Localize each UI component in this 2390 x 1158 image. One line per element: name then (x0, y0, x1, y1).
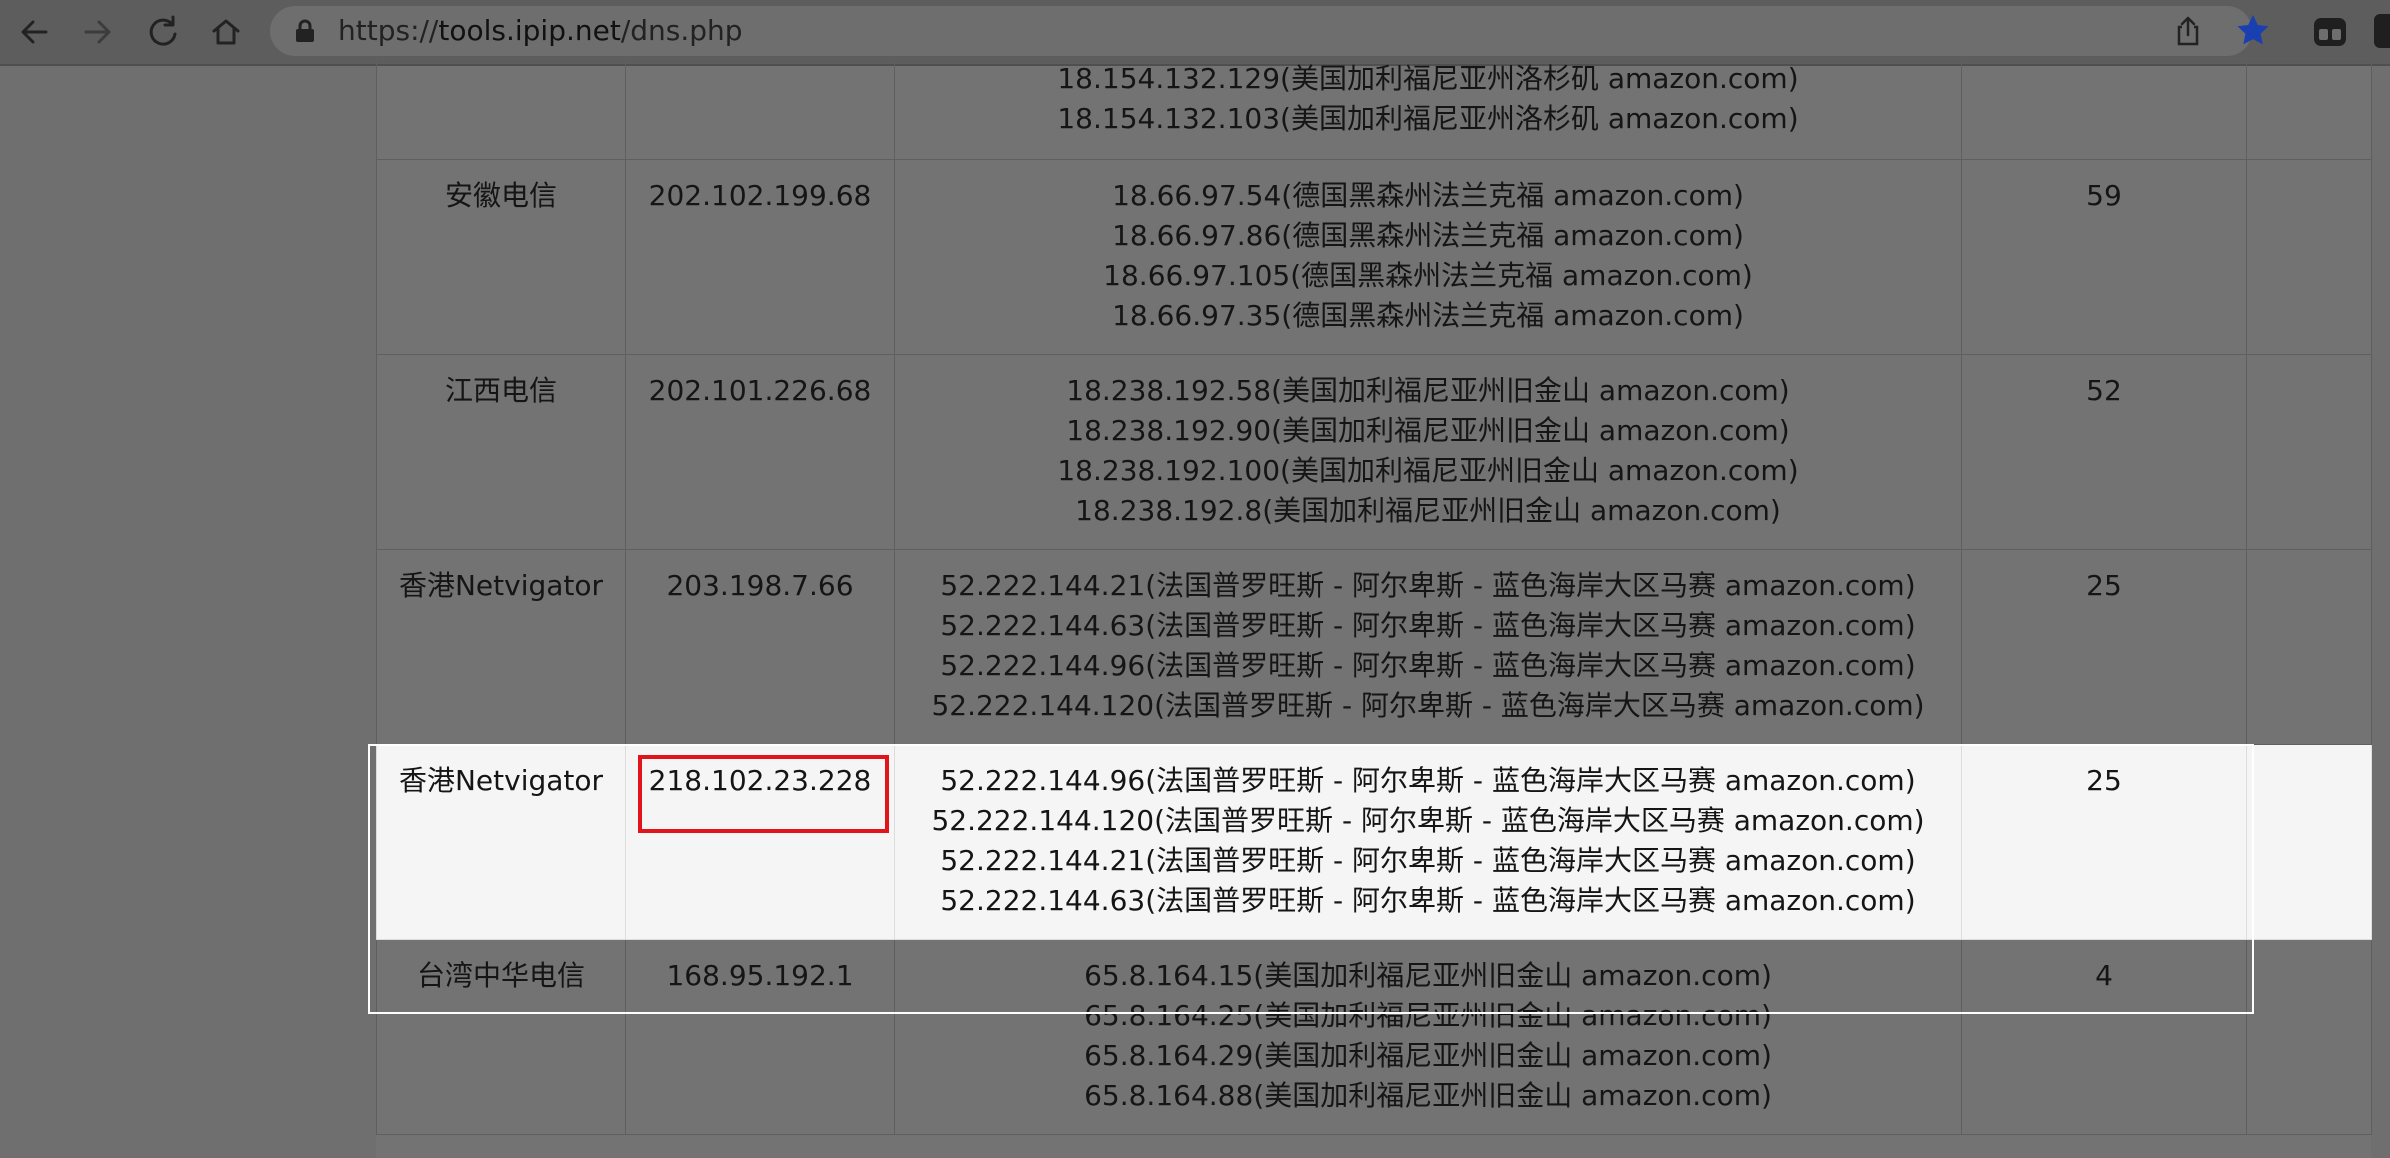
extra-cell (2246, 744, 2372, 940)
dns-server-cell-text: 202.102.199.68 (648, 179, 872, 212)
dns-results-table: 18.154.132.129(美国加利福尼亚州洛杉矶 amazon.com) 18… (376, 58, 2372, 1135)
resolved-ip-line: 18.238.192.100(美国加利福尼亚州旧金山 amazon.com) (1057, 454, 1799, 487)
ttl-cell: 59 (1961, 159, 2247, 355)
resolved-ip-line: 18.238.192.90(美国加利福尼亚州旧金山 amazon.com) (1066, 414, 1790, 447)
resolved-ip-line: 18.238.192.8(美国加利福尼亚州旧金山 amazon.com) (1075, 494, 1781, 527)
resolved-ips-cell: 52.222.144.21(法国普罗旺斯 - 阿尔卑斯 - 蓝色海岸大区马赛 a… (894, 549, 1962, 745)
ttl-cell (1961, 58, 2247, 160)
lock-icon (296, 19, 314, 42)
extra-cell (2246, 159, 2372, 355)
bookmark-star-icon[interactable] (2234, 12, 2272, 50)
resolved-ip-line: 18.238.192.58(美国加利福尼亚州旧金山 amazon.com) (1066, 374, 1790, 407)
ttl-cell: 25 (1961, 744, 2247, 940)
ttl-cell: 4 (1961, 939, 2247, 1135)
dns-server-cell-text: 168.95.192.1 (666, 959, 854, 992)
isp-cell-text: 台湾中华电信 (416, 959, 585, 992)
resolved-ip-line: 52.222.144.21(法国普罗旺斯 - 阿尔卑斯 - 蓝色海岸大区马赛 a… (940, 569, 1916, 602)
table-row: 18.154.132.129(美国加利福尼亚州洛杉矶 amazon.com) 18… (376, 58, 2372, 160)
isp-cell-text: 香港Netvigator (398, 764, 604, 797)
isp-cell-text: 安徽电信 (444, 179, 557, 212)
resolved-ip-line: 52.222.144.21(法国普罗旺斯 - 阿尔卑斯 - 蓝色海岸大区马赛 a… (940, 844, 1916, 877)
dns-server-cell-text: 203.198.7.66 (666, 569, 854, 602)
resolved-ips-cell: 52.222.144.96(法国普罗旺斯 - 阿尔卑斯 - 蓝色海岸大区马赛 a… (894, 744, 1962, 940)
ttl-cell-text: 4 (2095, 959, 2113, 992)
extra-cell (2246, 58, 2372, 160)
resolved-ips-cell: 18.238.192.58(美国加利福尼亚州旧金山 amazon.com) 18.… (894, 354, 1962, 550)
ttl-cell: 52 (1961, 354, 2247, 550)
extension-icon[interactable] (2310, 12, 2350, 52)
isp-cell-text: 香港Netvigator (398, 569, 604, 602)
address-bar[interactable]: https://tools.ipip.net/dns.php (270, 6, 2269, 56)
table-row: 台湾中华电信 168.95.192.1 65.8.164.15(美国加利福尼亚州旧金… (376, 939, 2372, 1135)
dns-server-cell: 203.198.7.66 (625, 549, 895, 745)
table-row: 安徽电信 202.102.199.68 18.66.97.54(德国黑森州法兰克福 … (376, 159, 2372, 355)
dns-server-cell (625, 58, 895, 160)
resolved-ips-cell: 65.8.164.15(美国加利福尼亚州旧金山 amazon.com) 65.8.… (894, 939, 1962, 1135)
ttl-cell-text: 25 (2086, 569, 2122, 602)
url-scheme: https:// (338, 14, 439, 47)
extra-cell (2246, 549, 2372, 745)
dns-server-cell-text: 218.102.23.228 (648, 764, 872, 797)
resolved-ips-cell: 18.154.132.129(美国加利福尼亚州洛杉矶 amazon.com) 18… (894, 58, 1962, 160)
dns-server-cell: 168.95.192.1 (625, 939, 895, 1135)
resolved-ip-line: 52.222.144.96(法国普罗旺斯 - 阿尔卑斯 - 蓝色海岸大区马赛 a… (940, 649, 1916, 682)
isp-cell: 台湾中华电信 (376, 939, 626, 1135)
table-row: 香港Netvigator 203.198.7.66 52.222.144.21(法国… (376, 549, 2372, 745)
extra-cell (2246, 354, 2372, 550)
resolved-ips-cell: 18.66.97.54(德国黑森州法兰克福 amazon.com) 18.66.9… (894, 159, 1962, 355)
home-icon[interactable] (204, 10, 248, 54)
resolved-ip-line: 52.222.144.96(法国普罗旺斯 - 阿尔卑斯 - 蓝色海岸大区马赛 a… (940, 764, 1916, 797)
table-row: 江西电信 202.101.226.68 18.238.192.58(美国加利福尼亚州… (376, 354, 2372, 550)
resolved-ip-line: 65.8.164.29(美国加利福尼亚州旧金山 amazon.com) (1084, 1039, 1772, 1072)
url-host: tools.ipip.net (438, 14, 621, 47)
share-icon[interactable] (2170, 13, 2206, 49)
dns-server-cell-text: 202.101.226.68 (648, 374, 872, 407)
resolved-ip-line: 52.222.144.63(法国普罗旺斯 - 阿尔卑斯 - 蓝色海岸大区马赛 a… (940, 884, 1916, 917)
resolved-ip-line: 65.8.164.25(美国加利福尼亚州旧金山 amazon.com) (1084, 999, 1772, 1032)
isp-cell: 香港Netvigator (376, 549, 626, 745)
url-text[interactable]: https://tools.ipip.net/dns.php (338, 6, 743, 56)
isp-cell: 安徽电信 (376, 159, 626, 355)
ttl-cell: 25 (1961, 549, 2247, 745)
dns-server-cell: 202.101.226.68 (625, 354, 895, 550)
dns-server-cell: 218.102.23.228 (625, 744, 895, 940)
menu-edge-icon[interactable] (2374, 14, 2390, 48)
resolved-ip-line: 52.222.144.120(法国普罗旺斯 - 阿尔卑斯 - 蓝色海岸大区马赛 … (931, 804, 1925, 837)
extra-cell (2246, 939, 2372, 1135)
resolved-ip-line: 65.8.164.15(美国加利福尼亚州旧金山 amazon.com) (1084, 959, 1772, 992)
resolved-ip-line: 18.66.97.105(德国黑森州法兰克福 amazon.com) (1103, 259, 1753, 292)
reload-icon[interactable] (140, 10, 184, 54)
resolved-ip-line: 18.66.97.54(德国黑森州法兰克福 amazon.com) (1112, 179, 1744, 212)
resolved-ip-line: 18.154.132.129(美国加利福尼亚州洛杉矶 amazon.com) (1057, 62, 1799, 95)
resolved-ip-line: 18.154.132.103(美国加利福尼亚州洛杉矶 amazon.com) (1057, 102, 1799, 135)
url-path: /dns.php (620, 14, 743, 47)
table-row: 香港Netvigator 218.102.23.228 52.222.144.96(… (376, 744, 2372, 940)
page-content: 18.154.132.129(美国加利福尼亚州洛杉矶 amazon.com) 18… (0, 58, 2390, 1158)
isp-cell-text: 江西电信 (444, 374, 557, 407)
isp-cell (376, 58, 626, 160)
resolved-ip-line: 52.222.144.120(法国普罗旺斯 - 阿尔卑斯 - 蓝色海岸大区马赛 … (931, 689, 1925, 722)
ttl-cell-text: 25 (2086, 764, 2122, 797)
resolved-ip-line: 18.66.97.86(德国黑森州法兰克福 amazon.com) (1112, 219, 1744, 252)
isp-cell: 香港Netvigator (376, 744, 626, 940)
ttl-cell-text: 59 (2086, 179, 2122, 212)
ttl-cell-text: 52 (2086, 374, 2122, 407)
forward-icon[interactable] (76, 10, 120, 54)
browser-toolbar: https://tools.ipip.net/dns.php (0, 0, 2390, 66)
resolved-ip-line: 18.66.97.35(德国黑森州法兰克福 amazon.com) (1112, 299, 1744, 332)
isp-cell: 江西电信 (376, 354, 626, 550)
back-icon[interactable] (12, 10, 56, 54)
resolved-ip-line: 52.222.144.63(法国普罗旺斯 - 阿尔卑斯 - 蓝色海岸大区马赛 a… (940, 609, 1916, 642)
resolved-ip-line: 65.8.164.88(美国加利福尼亚州旧金山 amazon.com) (1084, 1079, 1772, 1112)
dns-server-cell: 202.102.199.68 (625, 159, 895, 355)
